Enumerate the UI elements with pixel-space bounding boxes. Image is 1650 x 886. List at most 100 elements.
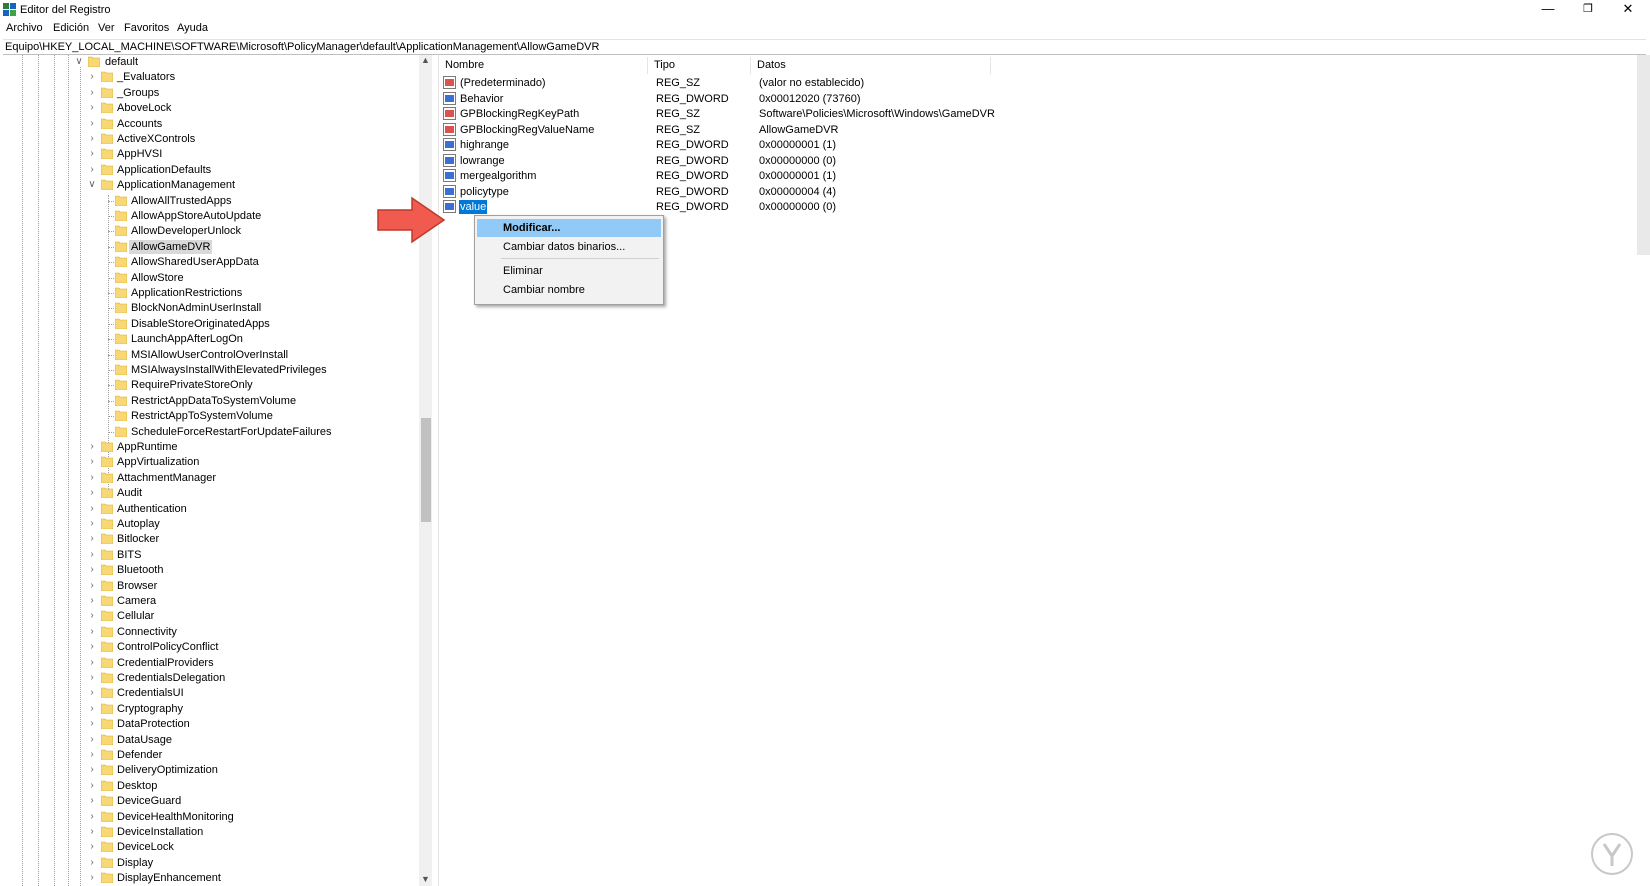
tree-item[interactable]: AllowGameDVR [0,240,410,255]
chevron-right-icon[interactable]: › [87,811,97,823]
tree-item[interactable]: › Cryptography [0,702,410,717]
tree-item[interactable]: AllowAppStoreAutoUpdate [0,209,410,224]
menu-archivo[interactable]: Archivo [6,22,43,34]
tree-item[interactable]: AllowSharedUserAppData [0,255,410,270]
value-row[interactable]: GPBlockingRegValueName REG_SZ AllowGameDVR [439,122,1639,138]
scroll-down-icon[interactable]: ▼ [419,874,432,886]
chevron-right-icon[interactable]: › [87,549,97,561]
tree-item[interactable]: › DeviceGuard [0,794,410,809]
tree-item[interactable]: › CredentialsDelegation [0,671,410,686]
menu-edicion[interactable]: Edición [53,22,89,34]
tree-item[interactable]: › Bluetooth [0,563,410,578]
restore-button[interactable]: ❐ [1568,0,1608,20]
tree-item[interactable]: MSIAlwaysInstallWithElevatedPrivileges [0,363,410,378]
tree-item[interactable]: › Bitlocker [0,532,410,547]
menu-item-rename[interactable]: Cambiar nombre [477,281,661,299]
tree-item[interactable]: › AppHVSI [0,147,410,162]
tree-item[interactable]: › DeviceHealthMonitoring [0,810,410,825]
tree-item[interactable]: RestrictAppToSystemVolume [0,409,410,424]
tree-item[interactable]: › Defender [0,748,410,763]
value-row[interactable]: mergealgorithm REG_DWORD 0x00000001 (1) [439,168,1639,184]
tree-item[interactable]: › ActiveXControls [0,132,410,147]
tree-item[interactable]: › Connectivity [0,625,410,640]
chevron-right-icon[interactable]: › [87,626,97,638]
value-row[interactable]: lowrange REG_DWORD 0x00000000 (0) [439,153,1639,169]
tree-item[interactable]: › Browser [0,579,410,594]
tree-item[interactable]: › Accounts [0,117,410,132]
value-name[interactable]: highrange [459,138,510,152]
tree-item[interactable]: › AppRuntime [0,440,410,455]
scroll-up-icon[interactable]: ▲ [419,55,432,67]
chevron-right-icon[interactable]: › [87,148,97,160]
menu-item-modify[interactable]: Modificar... [477,219,661,237]
value-row[interactable]: value REG_DWORD 0x00000000 (0) [439,199,1639,215]
tree-item[interactable]: › AboveLock [0,101,410,116]
chevron-right-icon[interactable]: › [87,687,97,699]
chevron-right-icon[interactable]: › [87,87,97,99]
chevron-right-icon[interactable]: › [87,703,97,715]
address-path[interactable]: Equipo\HKEY_LOCAL_MACHINE\SOFTWARE\Micro… [5,41,599,53]
chevron-right-icon[interactable]: › [87,795,97,807]
value-name[interactable]: (Predeterminado) [459,76,547,90]
chevron-right-icon[interactable]: › [87,533,97,545]
chevron-right-icon[interactable]: › [87,610,97,622]
tree-item[interactable]: BlockNonAdminUserInstall [0,301,410,316]
value-row[interactable]: policytype REG_DWORD 0x00000004 (4) [439,184,1639,200]
chevron-right-icon[interactable]: › [87,503,97,515]
chevron-right-icon[interactable]: › [87,764,97,776]
menu-item-delete[interactable]: Eliminar [477,262,661,280]
chevron-right-icon[interactable]: › [87,456,97,468]
chevron-right-icon[interactable]: › [87,580,97,592]
chevron-right-icon[interactable]: › [87,164,97,176]
tree-item[interactable]: › DeviceInstallation [0,825,410,840]
tree-item[interactable]: › ControlPolicyConflict [0,640,410,655]
tree-item[interactable]: › Camera [0,594,410,609]
chevron-right-icon[interactable]: › [87,657,97,669]
tree-item[interactable]: › DisplayEnhancement [0,871,410,886]
value-name[interactable]: value [459,200,488,214]
chevron-right-icon[interactable]: › [87,71,97,83]
tree-item[interactable]: AllowAllTrustedApps [0,194,410,209]
tree-item[interactable]: › _Groups [0,86,410,101]
tree-item[interactable]: › DeviceLock [0,840,410,855]
tree-item[interactable]: AllowDeveloperUnlock [0,224,410,239]
tree-item[interactable]: › DeliveryOptimization [0,763,410,778]
value-name[interactable]: policytype [459,185,510,199]
chevron-right-icon[interactable]: › [87,734,97,746]
tree-item[interactable]: DisableStoreOriginatedApps [0,317,410,332]
tree-item[interactable]: ScheduleForceRestartForUpdateFailures [0,425,410,440]
chevron-right-icon[interactable]: › [87,472,97,484]
pane-splitter[interactable] [432,55,439,886]
value-name[interactable]: lowrange [459,154,506,168]
address-bar[interactable]: Equipo\HKEY_LOCAL_MACHINE\SOFTWARE\Micro… [3,39,1646,55]
tree-item[interactable]: › _Evaluators [0,70,410,85]
tree-item[interactable]: › CredentialProviders [0,656,410,671]
tree-item[interactable]: › Display [0,856,410,871]
chevron-right-icon[interactable]: › [87,826,97,838]
value-row[interactable]: (Predeterminado) REG_SZ (valor no establec… [439,75,1639,91]
tree-item[interactable]: › AttachmentManager [0,471,410,486]
key-tree[interactable]: ∨ default › _Evaluators › _Groups › AboveLock… [0,55,433,886]
chevron-right-icon[interactable]: › [87,718,97,730]
chevron-down-icon[interactable]: ∨ [74,56,84,68]
value-row[interactable]: Behavior REG_DWORD 0x00012020 (73760) [439,91,1639,107]
chevron-right-icon[interactable]: › [87,641,97,653]
chevron-right-icon[interactable]: › [87,441,97,453]
tree-item[interactable]: LaunchAppAfterLogOn [0,332,410,347]
column-header-type[interactable]: Tipo [648,57,751,74]
close-button[interactable]: ✕ [1608,0,1648,20]
value-name[interactable]: Behavior [459,92,504,106]
chevron-right-icon[interactable]: › [87,841,97,853]
tree-item[interactable]: › AppVirtualization [0,455,410,470]
tree-item[interactable]: › CredentialsUI [0,686,410,701]
tree-item[interactable]: RequirePrivateStoreOnly [0,378,410,393]
tree-item[interactable]: ∨ ApplicationManagement [0,178,410,193]
value-name[interactable]: GPBlockingRegValueName [459,123,595,137]
tree-scrollbar[interactable]: ▲ ▼ [419,55,432,886]
menu-item-modify-binary[interactable]: Cambiar datos binarios... [477,238,661,256]
values-list[interactable]: Nombre Tipo Datos (Predeterminado) REG_SZ… [439,55,1650,886]
chevron-right-icon[interactable]: › [87,595,97,607]
menu-ver[interactable]: Ver [98,22,115,34]
value-name[interactable]: mergealgorithm [459,169,537,183]
chevron-right-icon[interactable]: › [87,672,97,684]
